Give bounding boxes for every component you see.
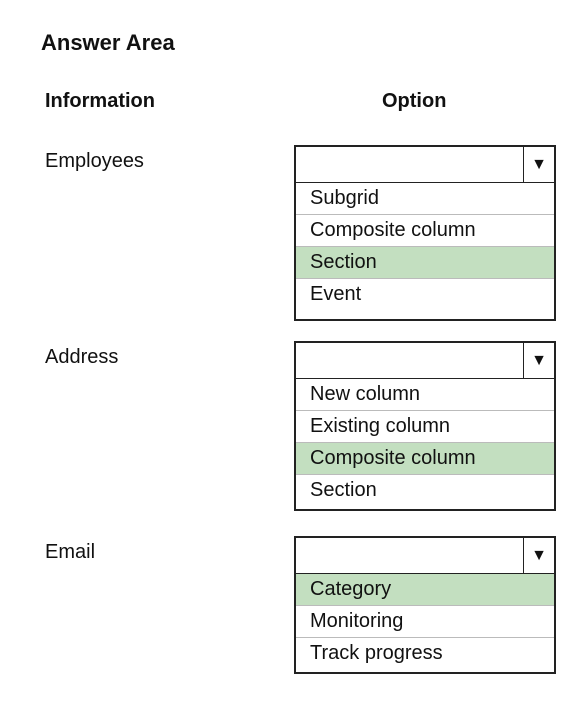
dropdown-option[interactable]: Existing column xyxy=(296,411,554,443)
dropdown-header[interactable]: ▼ xyxy=(296,147,554,183)
address-dropdown[interactable]: ▼ New column Existing column Composite c… xyxy=(294,341,556,511)
dropdown-option[interactable]: Monitoring xyxy=(296,606,554,638)
dropdown-header[interactable]: ▼ xyxy=(296,538,554,574)
dropdown-option-selected[interactable]: Category xyxy=(296,574,554,606)
chevron-down-icon[interactable]: ▼ xyxy=(523,538,554,573)
dropdown-option-selected[interactable]: Composite column xyxy=(296,443,554,475)
email-dropdown[interactable]: ▼ Category Monitoring Track progress xyxy=(294,536,556,674)
employees-label: Employees xyxy=(45,150,144,172)
chevron-down-icon[interactable]: ▼ xyxy=(523,147,554,182)
dropdown-option[interactable]: New column xyxy=(296,379,554,411)
answer-area-title: Answer Area xyxy=(41,30,175,55)
dropdown-option[interactable]: Event xyxy=(296,279,554,310)
chevron-down-icon[interactable]: ▼ xyxy=(523,343,554,378)
email-label: Email xyxy=(45,541,96,563)
dropdown-option-selected[interactable]: Section xyxy=(296,247,554,279)
dropdown-option[interactable]: Track progress xyxy=(296,638,554,669)
information-header: Information xyxy=(45,90,155,112)
address-label: Address xyxy=(45,346,119,368)
option-header: Option xyxy=(382,90,447,112)
dropdown-option[interactable]: Subgrid xyxy=(296,183,554,215)
dropdown-header[interactable]: ▼ xyxy=(296,343,554,379)
dropdown-option[interactable]: Composite column xyxy=(296,215,554,247)
employees-dropdown[interactable]: ▼ Subgrid Composite column Section Event xyxy=(294,145,556,321)
dropdown-option[interactable]: Section xyxy=(296,475,554,506)
